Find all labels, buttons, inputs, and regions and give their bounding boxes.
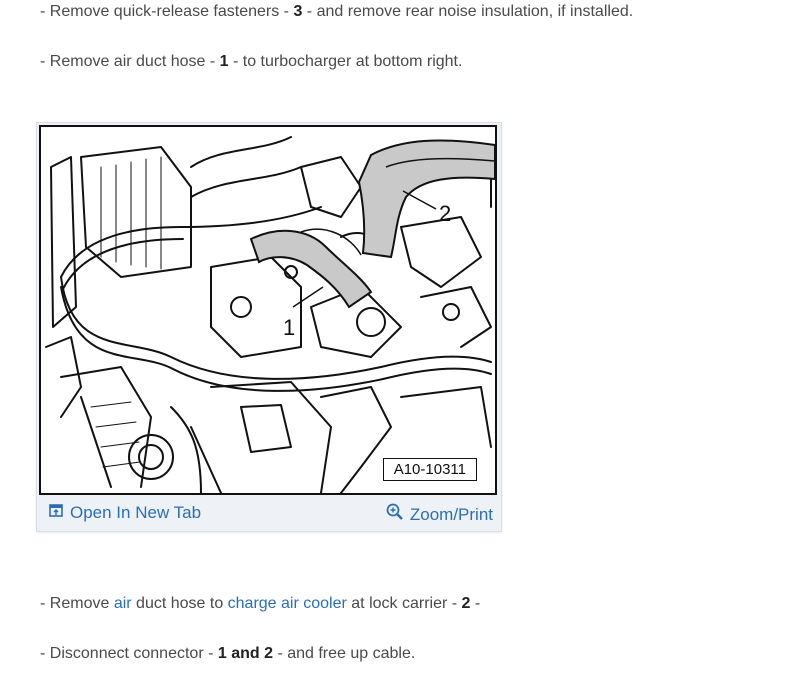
instruction-step-1: - Remove quick-release fasteners - 3 - a… [40, 2, 633, 22]
step-ref-number: 1 [219, 53, 229, 70]
step-text: - and remove rear noise insulation, if i… [302, 3, 634, 20]
zoom-print-link[interactable]: Zoom/Print [386, 503, 493, 526]
instruction-step-3: - Remove air duct hose to charge air coo… [40, 594, 480, 614]
step-dash: - [40, 53, 50, 70]
step-ref-number: 1 and 2 [217, 645, 273, 662]
glossary-link-air[interactable]: air [114, 595, 132, 612]
step-text: Remove [49, 595, 114, 612]
instruction-step-2: - Remove air duct hose - 1 - to turbocha… [40, 52, 462, 72]
step-dash: - [40, 645, 50, 662]
zoom-print-label: Zoom/Print [409, 504, 493, 524]
step-text: Remove quick-release fasteners - [49, 3, 294, 20]
step-text: - and free up cable. [273, 645, 416, 662]
figure-reference-code: A10-10311 [382, 458, 477, 481]
step-text: - to turbocharger at bottom right. [228, 53, 463, 70]
step-dash: - [40, 595, 50, 612]
open-in-new-tab-label: Open In New Tab [70, 503, 202, 522]
open-new-tab-icon [49, 503, 64, 523]
callout-label-2: 2 [439, 201, 452, 226]
figure-card: 1 2 A10-10311 Open In New Tab Zoom/Print [36, 122, 502, 532]
instruction-step-4: - Disconnect connector - 1 and 2 - and f… [40, 644, 415, 664]
step-dash: - [40, 3, 50, 20]
callout-label-1: 1 [283, 315, 296, 340]
step-text: at lock carrier - [346, 595, 462, 612]
step-text: - [470, 595, 481, 612]
figure-toolbar: Open In New Tab Zoom/Print [37, 497, 501, 531]
glossary-link-charge-air-cooler[interactable]: charge air cooler [228, 595, 347, 612]
magnifier-icon [386, 503, 404, 526]
step-text: Remove air duct hose - [49, 53, 220, 70]
step-text: Disconnect connector - [49, 645, 218, 662]
step-ref-number: 3 [293, 3, 303, 20]
engine-diagram: 1 2 A10-10311 [39, 125, 497, 495]
step-text: duct hose to [131, 595, 228, 612]
open-in-new-tab-link[interactable]: Open In New Tab [49, 503, 201, 523]
engine-line-drawing [45, 136, 495, 493]
